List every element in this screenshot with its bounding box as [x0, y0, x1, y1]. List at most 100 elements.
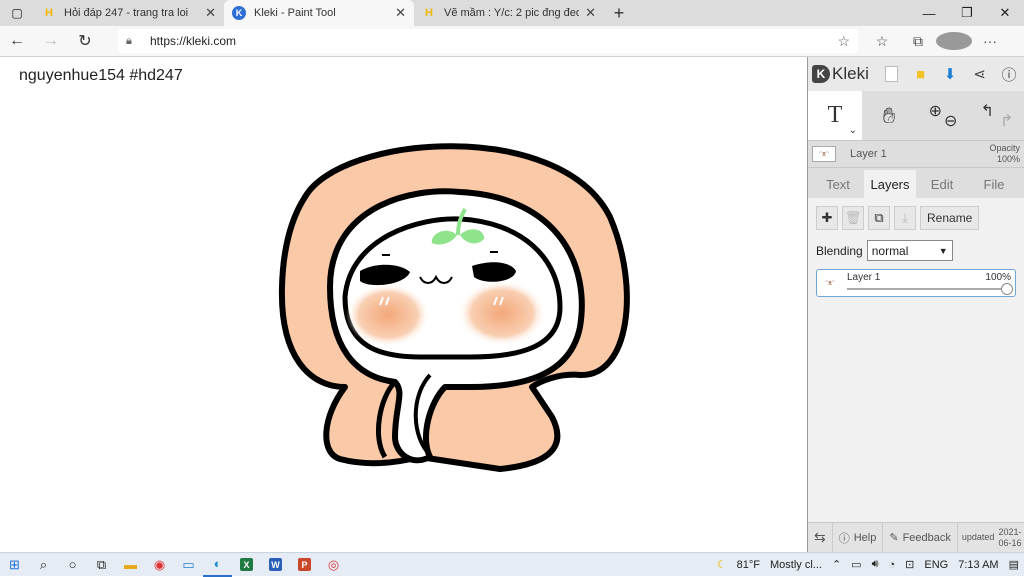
- help-button[interactable]: ⓘ Help: [833, 523, 884, 552]
- zoom-in-icon[interactable]: ⊕: [929, 101, 942, 131]
- weather-moon-icon[interactable]: ☾: [717, 558, 727, 571]
- favorite-star-icon[interactable]: ☆: [837, 33, 850, 50]
- minimize-icon[interactable]: —: [910, 0, 948, 26]
- share-icon[interactable]: ⋖: [969, 63, 991, 85]
- weather-text[interactable]: Mostly cl...: [770, 559, 822, 571]
- collections-icon[interactable]: ⧉: [900, 32, 936, 50]
- tab-text[interactable]: Text: [812, 170, 864, 198]
- layer-opacity-slider[interactable]: [847, 283, 1013, 295]
- trash-icon: 🗑︎: [844, 210, 862, 225]
- undo-icon[interactable]: ↰: [981, 101, 994, 131]
- excel-button[interactable]: X: [232, 553, 261, 577]
- kleki-favicon-icon: K: [232, 6, 246, 20]
- swap-arrows-icon: ⇆: [814, 529, 826, 545]
- current-layer-name: Layer 1: [850, 148, 887, 160]
- address-input[interactable]: 🔒︎ https://kleki.com ☆: [118, 29, 858, 53]
- hand-tool-button[interactable]: ✋︎: [862, 91, 916, 140]
- task-view-button[interactable]: ⧉: [87, 553, 116, 577]
- zoom-out-icon[interactable]: ⊖: [944, 111, 957, 131]
- notifications-icon[interactable]: ▤: [1009, 558, 1019, 571]
- new-image-button[interactable]: [880, 63, 902, 85]
- word-icon: W: [269, 558, 282, 571]
- chrome-button[interactable]: ◎: [319, 553, 348, 577]
- new-tab-button[interactable]: +: [604, 0, 634, 26]
- avatar: [936, 32, 972, 50]
- excel-icon: X: [240, 558, 253, 571]
- ime-icon[interactable]: ⊡: [905, 558, 914, 571]
- monitor-icon: ▭: [182, 556, 195, 572]
- add-layer-button[interactable]: ✚: [816, 206, 838, 230]
- kleki-logo[interactable]: K Kleki: [812, 64, 880, 84]
- edge-button[interactable]: ◐: [203, 553, 232, 577]
- updated-info: updated 2021-06-16: [958, 523, 1024, 552]
- merge-down-button[interactable]: ⤓: [894, 206, 916, 230]
- restore-icon[interactable]: ❐: [948, 0, 986, 26]
- feedback-button[interactable]: ✎ Feedback: [883, 523, 958, 552]
- help-icon[interactable]: ⓘ: [998, 63, 1020, 85]
- merge-down-icon: ⤓: [902, 210, 908, 225]
- favorites-icon[interactable]: ☆: [864, 32, 900, 50]
- app-button[interactable]: ◉: [145, 553, 174, 577]
- new-image-icon: [884, 66, 898, 82]
- cortana-button[interactable]: ○: [58, 553, 87, 577]
- layer-thumbnail: ᵔᴥᵔ: [812, 146, 836, 162]
- desktop-app-button[interactable]: ▭: [174, 553, 203, 577]
- volume-icon[interactable]: 🔊︎: [872, 558, 879, 571]
- drawing-canvas[interactable]: nguyenhue154 #hd247: [0, 57, 808, 552]
- feedback-label: Feedback: [902, 531, 951, 544]
- battery-icon[interactable]: ▭: [851, 558, 861, 571]
- zoom-buttons: ⊕ ⊖: [916, 91, 970, 140]
- tab-file[interactable]: File: [968, 170, 1020, 198]
- tab-actions-icon[interactable]: ▢: [0, 0, 34, 26]
- rename-button[interactable]: Rename: [920, 206, 980, 230]
- close-icon[interactable]: ✕: [986, 0, 1024, 26]
- duplicate-layer-button[interactable]: ⧉: [868, 206, 890, 230]
- opacity-readout: Opacity 100%: [989, 143, 1020, 165]
- powerpoint-icon: P: [298, 558, 311, 571]
- layer-list-item[interactable]: ᵔᴥᵔ Layer 1 100%: [816, 269, 1016, 297]
- toggle-panel-side-button[interactable]: ⇆: [808, 523, 833, 552]
- clock[interactable]: 7:13 AM: [958, 559, 998, 571]
- word-button[interactable]: W: [261, 553, 290, 577]
- close-tab-icon[interactable]: ✕: [585, 5, 596, 21]
- blending-value: normal: [871, 243, 909, 258]
- blending-select[interactable]: normal ▼: [866, 240, 953, 261]
- layer-item-opacity: 100%: [985, 272, 1011, 283]
- opacity-label: Opacity: [989, 143, 1020, 153]
- tab-hoidap[interactable]: H Hỏi đáp 247 - trang tra loi ✕: [34, 0, 224, 26]
- forward-button[interactable]: →: [34, 27, 68, 55]
- tab-vemam[interactable]: H Vẽ mầm : Y/c: 2 pic đng đeo khẩ ✕: [414, 0, 604, 26]
- close-tab-icon[interactable]: ✕: [205, 5, 216, 21]
- powerpoint-button[interactable]: P: [290, 553, 319, 577]
- layers-pane: ✚ 🗑︎ ⧉ ⤓ Rename Blending normal ▼ ᵔᴥᵔ La…: [808, 198, 1024, 528]
- language-indicator[interactable]: ENG: [924, 559, 948, 571]
- save-download-icon[interactable]: ⬇: [939, 63, 961, 85]
- lock-icon[interactable]: 🔒︎: [126, 35, 140, 48]
- slider-handle[interactable]: [1001, 283, 1013, 295]
- back-button[interactable]: ←: [0, 27, 34, 55]
- weather-temp[interactable]: 81°F: [737, 559, 760, 571]
- wifi-icon[interactable]: ◔: [889, 559, 896, 571]
- refresh-button[interactable]: ↻: [68, 27, 102, 55]
- profile-button[interactable]: [936, 32, 972, 50]
- search-button[interactable]: ⌕: [29, 553, 58, 577]
- open-image-icon[interactable]: ■: [910, 63, 932, 85]
- tab-title: Hỏi đáp 247 - trang tra loi: [64, 7, 189, 19]
- tab-edit[interactable]: Edit: [916, 170, 968, 198]
- chevron-down-icon[interactable]: ⌄: [849, 125, 857, 136]
- help-circle-icon: ⓘ: [838, 532, 850, 545]
- tool-row: T ⌄ ✋︎ ⊕ ⊖ ↰ ↱: [808, 91, 1024, 141]
- delete-layer-button[interactable]: 🗑︎: [842, 206, 864, 230]
- close-tab-icon[interactable]: ✕: [395, 5, 406, 21]
- tab-kleki[interactable]: K Kleki - Paint Tool ✕: [224, 0, 414, 26]
- file-explorer-button[interactable]: ▬: [116, 553, 145, 577]
- url-text: https://kleki.com: [150, 34, 237, 48]
- text-tool-button[interactable]: T ⌄: [808, 91, 862, 140]
- tab-title: Kleki - Paint Tool: [254, 7, 336, 19]
- more-menu-icon[interactable]: ···: [972, 32, 1008, 50]
- character-drawing: [278, 143, 630, 472]
- chevron-up-icon[interactable]: ⌃: [832, 558, 841, 571]
- tab-layers[interactable]: Layers: [864, 170, 916, 198]
- redo-icon[interactable]: ↱: [1000, 111, 1013, 131]
- start-button[interactable]: ⊞: [0, 553, 29, 577]
